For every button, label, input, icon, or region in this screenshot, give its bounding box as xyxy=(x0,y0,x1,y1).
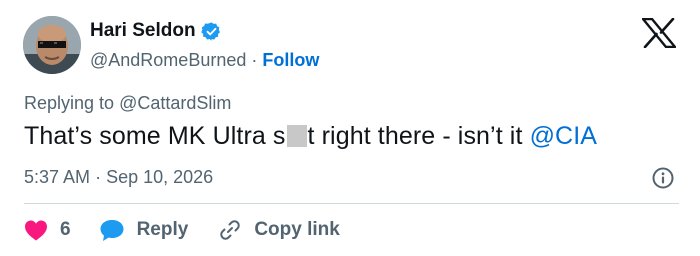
copy-link-button[interactable]: Copy link xyxy=(218,218,340,242)
tweet-date: Sep 10, 2026 xyxy=(106,167,214,187)
action-bar: 6 Reply Copy link xyxy=(24,216,340,244)
tweet-timestamp[interactable]: 5:37 AM · Sep 10, 2026 xyxy=(24,167,213,188)
replying-to: Replying to @CattardSlim xyxy=(24,93,231,114)
copy-link-label: Copy link xyxy=(254,219,340,240)
tweet-text-start: That’s some MK Ultra s xyxy=(24,122,286,150)
mention-link[interactable]: @CIA xyxy=(530,122,597,150)
separator: · xyxy=(95,167,102,187)
follow-button[interactable]: Follow xyxy=(262,50,319,71)
info-icon[interactable] xyxy=(651,166,675,190)
replying-to-handle[interactable]: @CattardSlim xyxy=(119,93,231,113)
author-name[interactable]: Hari Seldon xyxy=(90,20,196,42)
like-count: 6 xyxy=(60,219,71,240)
author-handle[interactable]: @AndRomeBurned xyxy=(90,50,246,71)
tweet-text-end: t right there - isn’t it xyxy=(307,122,530,150)
speech-bubble-icon xyxy=(100,220,124,241)
link-icon xyxy=(220,220,241,240)
reply-label: Reply xyxy=(136,219,189,240)
like-button[interactable]: 6 xyxy=(24,219,71,241)
divider xyxy=(24,203,679,204)
avatar-image xyxy=(23,16,81,74)
avatar[interactable] xyxy=(23,16,81,74)
tweet-time: 5:37 AM xyxy=(24,167,91,187)
heart-icon xyxy=(25,220,47,241)
separator: · xyxy=(251,49,258,70)
censor-block xyxy=(286,125,307,147)
verified-badge-icon xyxy=(200,21,220,41)
replying-to-label: Replying to xyxy=(24,93,115,113)
reply-button[interactable]: Reply xyxy=(99,218,189,242)
author-block: Hari Seldon @AndRomeBurned · Follow xyxy=(90,18,319,72)
tweet-text: That’s some MK Ultra s t right there - is… xyxy=(24,122,597,151)
x-logo-icon[interactable] xyxy=(642,18,676,48)
